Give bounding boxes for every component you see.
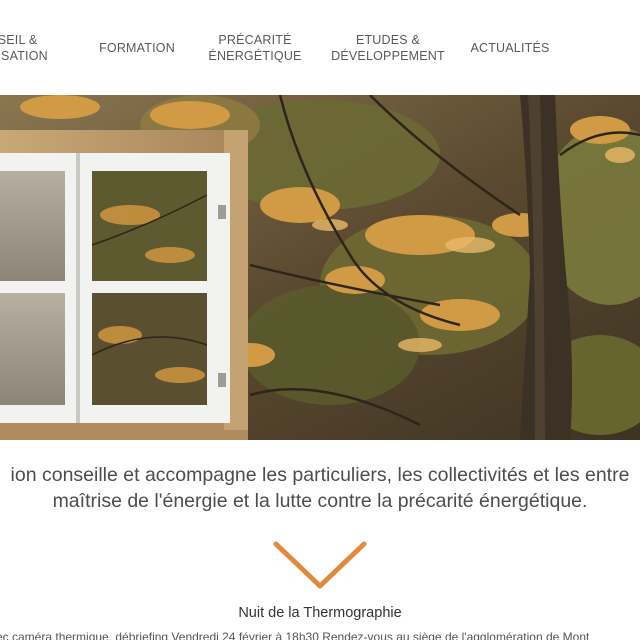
hero-image [0, 95, 640, 440]
nav-item-label: ACTUALITÉS [470, 40, 550, 55]
chevron-down-icon[interactable] [272, 540, 368, 592]
main-nav: NSEIL & BILISATION FORMATION PRÉCARITÉ É… [0, 0, 640, 95]
nav-item-label: PRÉCARITÉ [218, 32, 292, 47]
nav-item-precarite-energetique[interactable]: PRÉCARITÉ ÉNERGÉTIQUE [206, 0, 304, 95]
news-excerpt: vec caméra thermique, débriefing Vendred… [0, 630, 590, 640]
tagline: ion conseille et accompagne les particul… [0, 462, 640, 514]
tagline-line: ion conseille et accompagne les particul… [10, 464, 630, 486]
nav-item-actualites[interactable]: ACTUALITÉS [466, 0, 554, 95]
tagline-line: maîtrise de l'énergie et la lutte contre… [52, 490, 588, 512]
page: NSEIL & BILISATION FORMATION PRÉCARITÉ É… [0, 0, 640, 640]
nav-item-label: FORMATION [99, 40, 175, 55]
nav-item-label: ETUDES & [355, 32, 421, 47]
nav-item-etudes-developpement[interactable]: ETUDES & DÉVELOPPEMENT [331, 0, 445, 95]
nav-item-label: ÉNERGÉTIQUE [208, 48, 302, 63]
nav-item-label: DÉVELOPPEMENT [331, 48, 445, 63]
nav-item-conseil-mobilisation[interactable]: NSEIL & BILISATION [0, 0, 70, 95]
nav-item-formation[interactable]: FORMATION [96, 0, 178, 95]
nav-item-label: NSEIL & [0, 32, 38, 47]
news-title[interactable]: Nuit de la Thermographie [0, 605, 640, 621]
nav-item-label: BILISATION [0, 48, 48, 63]
